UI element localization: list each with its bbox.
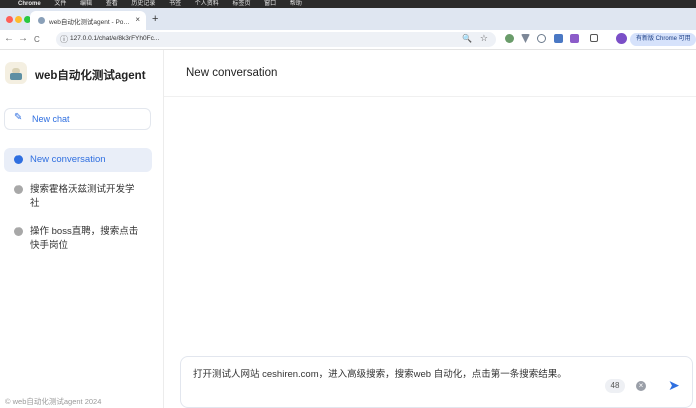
conversation-item-boss[interactable]: 操作 boss直聘，搜索点击快手岗位 — [4, 220, 152, 254]
menu-help[interactable]: 帮助 — [290, 1, 302, 7]
main-panel: New conversation 打开测试人网站 ceshiren.com，进入… — [164, 50, 696, 408]
forward-button[interactable]: → — [18, 33, 28, 44]
send-icon[interactable]: ➤ — [668, 377, 680, 394]
macos-menu-bar: Chrome 文件 编辑 查看 历史记录 书签 个人资料 标签页 窗口 帮助 — [0, 0, 696, 8]
reload-button[interactable]: C — [34, 35, 40, 44]
app-logo-icon — [5, 62, 27, 84]
address-bar[interactable]: ⓘ 127.0.0.1/chat/e/8k3rFYh0Fc... 🔍 ☆ — [56, 32, 496, 47]
chat-bubble-icon — [14, 182, 23, 194]
zoom-icon[interactable]: 🔍 — [462, 34, 472, 43]
bookmark-star-icon[interactable]: ☆ — [480, 33, 488, 44]
sidebar-footer: © web自动化测试agent 2024 — [5, 397, 102, 406]
extension-purple-icon[interactable] — [570, 34, 579, 43]
tab-favicon-icon — [38, 17, 45, 24]
app-menus: Chrome 文件 编辑 查看 历史记录 书签 个人资料 标签页 窗口 帮助 — [18, 0, 314, 8]
new-tab-button[interactable]: + — [152, 13, 158, 25]
message-input[interactable]: 打开测试人网站 ceshiren.com，进入高级搜索，搜索web 自动化，点击… — [193, 366, 613, 380]
chat-bubble-icon — [14, 224, 23, 236]
menu-chrome[interactable]: Chrome — [18, 1, 41, 7]
profile-avatar[interactable] — [616, 33, 627, 44]
window-close-button[interactable] — [6, 16, 13, 23]
chat-bubble-icon — [14, 152, 23, 164]
conversation-item-new-conversation[interactable]: New conversation — [4, 148, 152, 172]
menu-profiles[interactable]: 个人资料 — [195, 1, 219, 7]
new-chat-label: New chat — [32, 114, 70, 124]
browser-tab-active[interactable]: web自动化测试agent - Powered × — [30, 11, 146, 30]
conversation-label: New conversation — [30, 154, 106, 165]
edit-icon: ✎ — [14, 112, 23, 123]
site-info-icon[interactable]: ⓘ — [60, 34, 68, 45]
url-text[interactable]: 127.0.0.1/chat/e/8k3rFYh0Fc... — [70, 35, 159, 42]
menu-tabs[interactable]: 标签页 — [232, 1, 250, 7]
menu-view[interactable]: 查看 — [106, 1, 118, 7]
chrome-update-button[interactable]: 有新版 Chrome 可用 — [630, 33, 696, 46]
extensions-puzzle-icon[interactable] — [590, 34, 598, 42]
menu-file[interactable]: 文件 — [54, 1, 66, 7]
extension-filter-icon[interactable] — [521, 34, 530, 43]
app-title: web自动化测试agent — [35, 70, 146, 82]
extension-settings-icon[interactable] — [537, 34, 546, 43]
conversation-item-hogwarts[interactable]: 搜索霍格沃兹测试开发学社 — [4, 178, 152, 212]
new-chat-button[interactable]: ✎ New chat — [4, 108, 151, 130]
extension-translate-icon[interactable] — [554, 34, 563, 43]
menu-edit[interactable]: 编辑 — [80, 1, 92, 7]
tab-title: web自动化测试agent - Powered — [49, 19, 133, 26]
conversation-label: 搜索霍格沃兹测试开发学社 — [30, 184, 135, 209]
tab-close-icon[interactable]: × — [135, 15, 140, 24]
main-header: New conversation — [164, 50, 696, 97]
clear-icon[interactable]: × — [636, 381, 646, 391]
page-title: New conversation — [186, 67, 278, 79]
browser-toolbar: ← → C ⓘ 127.0.0.1/chat/e/8k3rFYh0Fc... 🔍… — [0, 30, 696, 50]
window-minimize-button[interactable] — [15, 16, 22, 23]
conversation-label: 操作 boss直聘，搜索点击快手岗位 — [30, 226, 139, 251]
back-button[interactable]: ← — [4, 33, 14, 44]
sidebar: web自动化测试agent ✎ New chat New conversatio… — [0, 50, 164, 408]
message-composer[interactable]: 打开测试人网站 ceshiren.com，进入高级搜索，搜索web 自动化，点击… — [180, 356, 693, 408]
character-count-badge: 48 — [605, 379, 625, 393]
browser-tab-strip: web自动化测试agent - Powered × + — [0, 8, 696, 30]
menu-bookmarks[interactable]: 书签 — [169, 1, 181, 7]
menu-window[interactable]: 窗口 — [264, 1, 276, 7]
extension-green-icon[interactable] — [505, 34, 514, 43]
menu-history[interactable]: 历史记录 — [131, 1, 155, 7]
